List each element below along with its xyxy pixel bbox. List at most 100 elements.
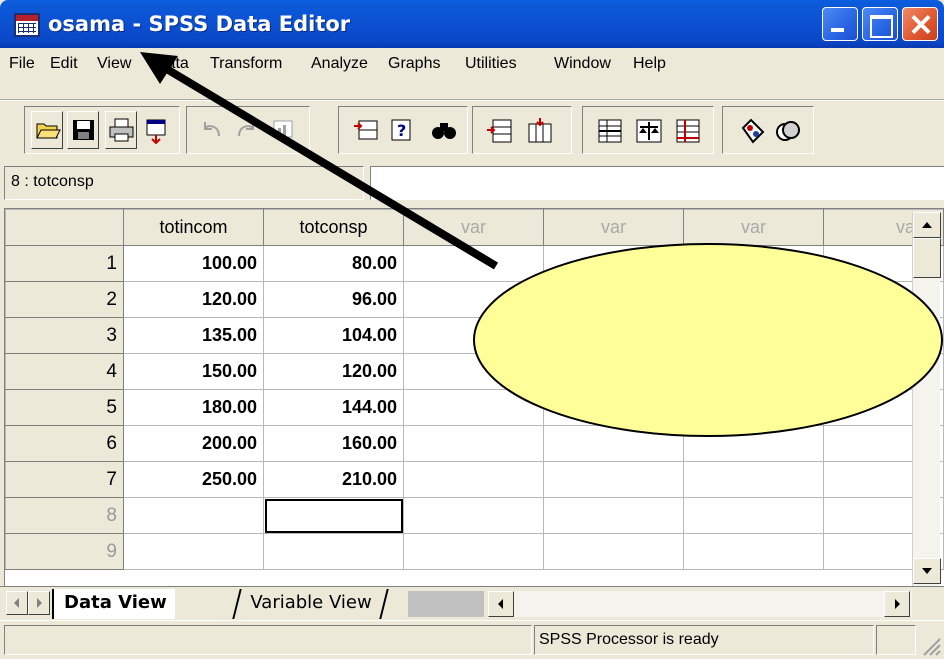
- empty-cell[interactable]: [403, 497, 544, 534]
- column-header-var[interactable]: var: [543, 209, 684, 246]
- empty-cell[interactable]: [403, 281, 544, 318]
- minimize-button[interactable]: [822, 7, 858, 41]
- cell-totincom[interactable]: 135.00: [123, 317, 264, 354]
- split-file-button[interactable]: [593, 111, 625, 149]
- cell-totconsp[interactable]: 96.00: [263, 281, 404, 318]
- empty-cell[interactable]: [403, 245, 544, 282]
- scroll-up-button[interactable]: [913, 212, 941, 238]
- cell-totconsp[interactable]: 144.00: [263, 389, 404, 426]
- redo-button[interactable]: [231, 111, 263, 149]
- row-header[interactable]: 2: [5, 281, 124, 318]
- scroll-down-button[interactable]: [913, 558, 941, 584]
- save-button[interactable]: [67, 111, 99, 149]
- empty-cell[interactable]: [543, 461, 684, 498]
- empty-cell[interactable]: [403, 317, 544, 354]
- empty-cell[interactable]: [683, 497, 824, 534]
- empty-cell[interactable]: [543, 281, 684, 318]
- cell-totconsp[interactable]: 210.00: [263, 461, 404, 498]
- use-sets-button[interactable]: [771, 111, 803, 149]
- cell-totconsp[interactable]: [263, 533, 404, 570]
- cell-totconsp[interactable]: 104.00: [263, 317, 404, 354]
- cell-totincom[interactable]: [123, 497, 264, 534]
- empty-cell[interactable]: [543, 533, 684, 570]
- menu-data[interactable]: Data: [155, 55, 189, 73]
- cell-totconsp[interactable]: 160.00: [263, 425, 404, 462]
- empty-cell[interactable]: [683, 533, 824, 570]
- variables-button[interactable]: ?: [385, 111, 417, 149]
- resize-grip-icon[interactable]: [918, 633, 942, 657]
- empty-cell[interactable]: [683, 317, 824, 354]
- menu-edit[interactable]: Edit: [50, 55, 78, 73]
- insert-variable-button[interactable]: [523, 111, 555, 149]
- scroll-left-button[interactable]: [488, 591, 514, 617]
- menu-file[interactable]: File: [9, 55, 35, 73]
- empty-cell[interactable]: [403, 533, 544, 570]
- weight-cases-button[interactable]: [631, 111, 663, 149]
- value-labels-button[interactable]: [735, 111, 767, 149]
- column-header-totincom[interactable]: totincom: [123, 209, 264, 246]
- spss-app-icon[interactable]: [14, 13, 40, 37]
- dialog-recall-button[interactable]: [141, 111, 173, 149]
- empty-cell[interactable]: [403, 353, 544, 390]
- empty-cell[interactable]: [683, 353, 824, 390]
- empty-cell[interactable]: [543, 245, 684, 282]
- column-header-var[interactable]: var: [683, 209, 824, 246]
- row-header[interactable]: 1: [5, 245, 124, 282]
- close-button[interactable]: [902, 7, 938, 41]
- menu-help[interactable]: Help: [633, 55, 666, 73]
- cell-totincom[interactable]: 150.00: [123, 353, 264, 390]
- empty-cell[interactable]: [683, 281, 824, 318]
- row-header[interactable]: 5: [5, 389, 124, 426]
- row-header[interactable]: 8: [5, 497, 124, 534]
- empty-cell[interactable]: [403, 461, 544, 498]
- row-header[interactable]: 6: [5, 425, 124, 462]
- menu-utilities[interactable]: Utilities: [465, 55, 517, 73]
- row-header[interactable]: 4: [5, 353, 124, 390]
- cell-totincom[interactable]: 180.00: [123, 389, 264, 426]
- scroll-right-button[interactable]: [884, 591, 910, 617]
- empty-cell[interactable]: [543, 497, 684, 534]
- cell-totincom[interactable]: [123, 533, 264, 570]
- menu-transform[interactable]: Transform: [210, 55, 282, 73]
- empty-cell[interactable]: [403, 389, 544, 426]
- tab-next-button[interactable]: [28, 591, 50, 615]
- cell-totconsp[interactable]: 80.00: [263, 245, 404, 282]
- empty-cell[interactable]: [683, 389, 824, 426]
- select-cases-button[interactable]: [671, 111, 703, 149]
- menu-window[interactable]: Window: [554, 55, 611, 73]
- empty-cell[interactable]: [403, 425, 544, 462]
- goto-case-button[interactable]: [349, 111, 381, 149]
- tab-variable-view[interactable]: Variable View: [232, 589, 390, 619]
- empty-cell[interactable]: [683, 425, 824, 462]
- row-header[interactable]: 7: [5, 461, 124, 498]
- cell-totincom[interactable]: 250.00: [123, 461, 264, 498]
- corner-header[interactable]: [5, 209, 124, 246]
- cell-totincom[interactable]: 100.00: [123, 245, 264, 282]
- column-header-totconsp[interactable]: totconsp: [263, 209, 404, 246]
- cell-totconsp[interactable]: 120.00: [263, 353, 404, 390]
- vertical-scrollbar[interactable]: [912, 212, 941, 586]
- menu-graphs[interactable]: Graphs: [388, 55, 440, 73]
- undo-button[interactable]: [195, 111, 227, 149]
- empty-cell[interactable]: [543, 389, 684, 426]
- selected-cell[interactable]: [263, 497, 404, 534]
- empty-cell[interactable]: [683, 461, 824, 498]
- empty-cell[interactable]: [683, 245, 824, 282]
- insert-case-button[interactable]: [483, 111, 515, 149]
- print-button[interactable]: [105, 111, 137, 149]
- menu-analyze[interactable]: Analyze: [311, 55, 368, 73]
- tab-data-view[interactable]: Data View: [52, 589, 175, 619]
- cell-totincom[interactable]: 120.00: [123, 281, 264, 318]
- row-header[interactable]: 9: [5, 533, 124, 570]
- open-button[interactable]: [31, 111, 63, 149]
- empty-cell[interactable]: [543, 317, 684, 354]
- cell-totincom[interactable]: 200.00: [123, 425, 264, 462]
- title-bar[interactable]: osama - SPSS Data Editor: [0, 0, 944, 48]
- tab-prev-button[interactable]: [6, 591, 28, 615]
- row-header[interactable]: 3: [5, 317, 124, 354]
- empty-cell[interactable]: [543, 425, 684, 462]
- vertical-scroll-thumb[interactable]: [913, 238, 941, 278]
- column-header-var[interactable]: var: [403, 209, 544, 246]
- maximize-button[interactable]: [862, 7, 898, 41]
- cell-value-input[interactable]: [370, 166, 944, 200]
